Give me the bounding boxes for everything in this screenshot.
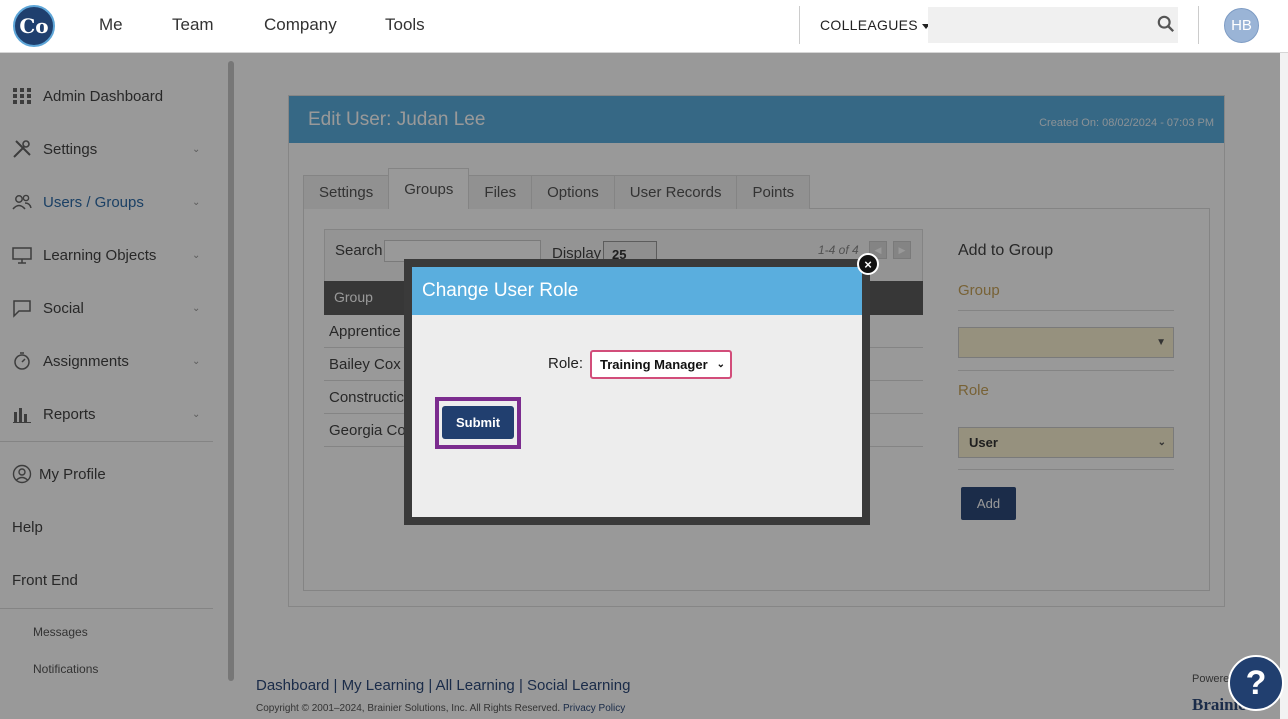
page-scrollbar[interactable] [1280, 53, 1288, 719]
nav-me[interactable]: Me [99, 15, 123, 35]
nav-tools[interactable]: Tools [385, 15, 425, 35]
change-role-modal: Change User Role Role: Training Manager ⌄… [412, 267, 862, 517]
modal-title: Change User Role [422, 280, 579, 301]
search-icon[interactable] [1157, 15, 1175, 33]
avatar[interactable]: HB [1224, 8, 1259, 43]
chevron-down-icon: ⌄ [716, 359, 725, 370]
modal-role-label: Role: [548, 355, 584, 372]
top-navbar: Co Me Team Company Tools COLLEAGUES HB [0, 0, 1288, 53]
submit-button[interactable]: Submit [442, 406, 514, 439]
colleague-search-input[interactable] [928, 7, 1178, 43]
nav-divider [799, 6, 800, 44]
modal-role-value: Training Manager [600, 357, 708, 372]
help-bubble-button[interactable]: ? [1228, 655, 1284, 711]
modal-header: Change User Role [412, 267, 862, 315]
colleagues-label: COLLEAGUES [820, 17, 918, 33]
modal-role-select[interactable]: Training Manager ⌄ [590, 350, 732, 379]
nav-divider-2 [1198, 6, 1199, 44]
colleagues-dropdown[interactable]: COLLEAGUES [820, 17, 930, 33]
close-icon[interactable]: × [857, 253, 879, 275]
nav-team[interactable]: Team [172, 15, 214, 35]
company-logo[interactable]: Co [13, 5, 55, 47]
nav-company[interactable]: Company [264, 15, 337, 35]
